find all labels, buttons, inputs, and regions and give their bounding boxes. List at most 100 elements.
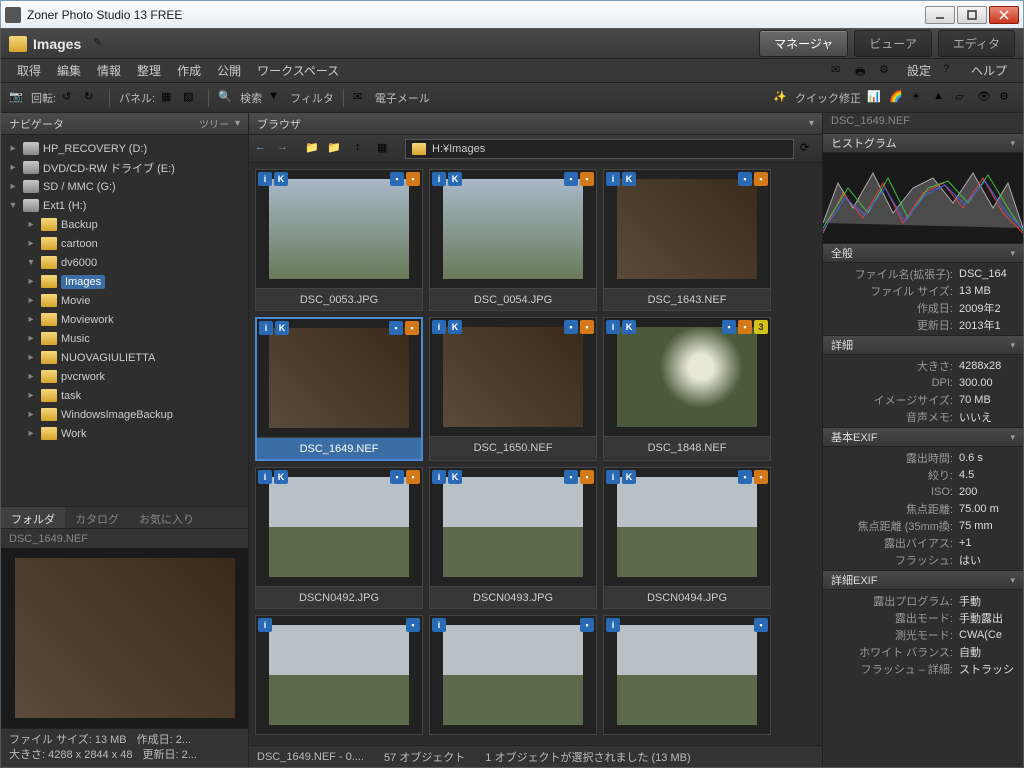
tree-node[interactable]: ▸Work (3, 424, 246, 443)
location-bar: Images ✎ マネージャ ビューア エディタ (1, 29, 1023, 59)
menu-create[interactable]: 作成 (169, 59, 209, 82)
section-exif-detail[interactable]: 詳細EXIF▾ (823, 570, 1023, 590)
edit-location-icon[interactable]: ✎ (93, 36, 109, 52)
camera-icon[interactable]: 📷 (9, 90, 25, 106)
thumbnail[interactable]: iK▪▪DSCN0494.JPG (603, 467, 771, 609)
path-input[interactable]: H:¥Images (405, 139, 794, 159)
app-icon (5, 7, 21, 23)
tree-node[interactable]: ▸HP_RECOVERY (D:) (3, 139, 246, 158)
forward-icon[interactable]: → (277, 141, 293, 157)
preview-metadata: ファイル サイズ: 13 MB作成日: 2... 大きさ: 4288 x 284… (1, 728, 248, 767)
folder-tree[interactable]: ▸HP_RECOVERY (D:)▸DVD/CD-RW ドライブ (E:)▸SD… (1, 135, 248, 506)
tree-node[interactable]: ▸Images (3, 272, 246, 291)
quickfix-icon[interactable]: ✨ (773, 90, 789, 106)
thumbnail-grid[interactable]: iK▪▪DSC_0053.JPGiK▪▪DSC_0054.JPGiK▪▪DSC_… (249, 163, 822, 745)
crop-icon[interactable]: ▱ (955, 90, 971, 106)
help-icon[interactable]: ? (943, 63, 959, 79)
section-general[interactable]: 全般▾ (823, 243, 1023, 263)
tree-node[interactable]: ▾Ext1 (H:) (3, 196, 246, 215)
sharpen-icon[interactable]: ▲ (933, 90, 949, 106)
gear-icon[interactable]: ⚙ (879, 63, 895, 79)
section-exif[interactable]: 基本EXIF▾ (823, 427, 1023, 447)
panel1-icon[interactable]: ▦ (161, 90, 177, 106)
menu-publish[interactable]: 公開 (209, 59, 249, 82)
sort-icon[interactable]: ↕ (355, 141, 371, 157)
panel-label: パネル: (119, 90, 155, 106)
more-icon[interactable]: ⚙ (999, 90, 1015, 106)
tree-node[interactable]: ▸SD / MMC (G:) (3, 177, 246, 196)
rotate-right-icon[interactable]: ↻ (84, 90, 100, 106)
navigator-title: ナビゲータ (9, 116, 64, 132)
tree-node[interactable]: ▸DVD/CD-RW ドライブ (E:) (3, 158, 246, 177)
property-row: ファイル名(拡張子):DSC_164 (823, 265, 1023, 282)
quickfix-label[interactable]: クイック修正 (795, 90, 861, 106)
tree-node[interactable]: ▸Movie (3, 291, 246, 310)
brightness-icon[interactable]: ☀ (911, 90, 927, 106)
minimize-button[interactable] (925, 6, 955, 24)
chevron-down-icon[interactable]: ▾ (809, 118, 814, 129)
close-button[interactable] (989, 6, 1019, 24)
menu-acquire[interactable]: 取得 (9, 59, 49, 82)
view-icon[interactable]: ▦ (377, 141, 393, 157)
new-folder-icon[interactable]: 📁 (327, 141, 343, 157)
search-label[interactable]: 検索 (240, 90, 262, 106)
up-folder-icon[interactable]: 📁 (305, 141, 321, 157)
tree-toggle[interactable]: ツリー (199, 116, 229, 131)
menu-settings[interactable]: 設定 (899, 59, 939, 82)
preview-image[interactable] (1, 548, 248, 728)
thumbnail[interactable]: iK▪▪DSC_0054.JPG (429, 169, 597, 311)
filter-icon[interactable]: ▼ (268, 90, 284, 106)
thumbnail[interactable]: i▪ (603, 615, 771, 735)
thumbnail[interactable]: i▪ (429, 615, 597, 735)
thumbnail[interactable]: iK▪▪DSC_1643.NEF (603, 169, 771, 311)
tree-node[interactable]: ▸Backup (3, 215, 246, 234)
back-icon[interactable]: ← (255, 141, 271, 157)
levels-icon[interactable]: 📊 (867, 90, 883, 106)
refresh-icon[interactable]: ⟳ (800, 141, 816, 157)
tree-node[interactable]: ▸NUOVAGIULIETTA (3, 348, 246, 367)
tree-node[interactable]: ▸pvcrwork (3, 367, 246, 386)
property-row: 作成日:2009年2 (823, 299, 1023, 316)
color-icon[interactable]: 🌈 (889, 90, 905, 106)
thumbnail[interactable]: iK▪▪DSC_0053.JPG (255, 169, 423, 311)
tab-folder[interactable]: フォルダ (1, 507, 65, 528)
tree-node[interactable]: ▸WindowsImageBackup (3, 405, 246, 424)
print-icon[interactable]: 🖶 (855, 63, 871, 79)
menu-info[interactable]: 情報 (89, 59, 129, 82)
panel2-icon[interactable]: ▧ (183, 90, 199, 106)
chevron-down-icon[interactable]: ▾ (235, 118, 240, 129)
redeye-icon[interactable]: 👁 (977, 90, 993, 106)
thumbnail[interactable]: iK▪▪DSCN0493.JPG (429, 467, 597, 609)
menu-edit[interactable]: 編集 (49, 59, 89, 82)
tree-node[interactable]: ▾dv6000 (3, 253, 246, 272)
thumbnail[interactable]: iK▪▪DSCN0492.JPG (255, 467, 423, 609)
menu-help[interactable]: ヘルプ (963, 59, 1015, 82)
section-detail[interactable]: 詳細▾ (823, 335, 1023, 355)
histogram-header[interactable]: ヒストグラム▾ (823, 133, 1023, 153)
search-icon[interactable]: 🔍 (218, 90, 234, 106)
filter-label[interactable]: フィルタ (290, 90, 334, 106)
main-toolbar: 📷 回転: ↺ ↻ パネル: ▦ ▧ 🔍 検索 ▼ フィルタ ✉ 電子メール ✨… (1, 83, 1023, 113)
thumbnail[interactable]: i▪ (255, 615, 423, 735)
tree-node[interactable]: ▸Moviework (3, 310, 246, 329)
property-row: 更新日:2013年1 (823, 316, 1023, 333)
tree-node[interactable]: ▸Music (3, 329, 246, 348)
browser-header: ブラウザ ▾ (249, 113, 822, 135)
mode-manager-tab[interactable]: マネージャ (759, 30, 848, 57)
maximize-button[interactable] (957, 6, 987, 24)
email-icon[interactable]: ✉ (353, 90, 369, 106)
menu-workspace[interactable]: ワークスペース (249, 59, 347, 82)
mode-viewer-tab[interactable]: ビューア (854, 30, 932, 57)
mode-editor-tab[interactable]: エディタ (938, 30, 1015, 57)
menu-organize[interactable]: 整理 (129, 59, 169, 82)
tree-node[interactable]: ▸cartoon (3, 234, 246, 253)
rotate-left-icon[interactable]: ↺ (62, 90, 78, 106)
tree-node[interactable]: ▸task (3, 386, 246, 405)
thumbnail[interactable]: iK▪▪DSC_1650.NEF (429, 317, 597, 461)
tab-favorites[interactable]: お気に入り (129, 507, 204, 528)
thumbnail[interactable]: iK▪▪3DSC_1848.NEF (603, 317, 771, 461)
mail-icon[interactable]: ✉ (831, 63, 847, 79)
tab-catalog[interactable]: カタログ (65, 507, 129, 528)
thumbnail[interactable]: iK▪▪DSC_1649.NEF (255, 317, 423, 461)
email-label[interactable]: 電子メール (375, 90, 430, 106)
